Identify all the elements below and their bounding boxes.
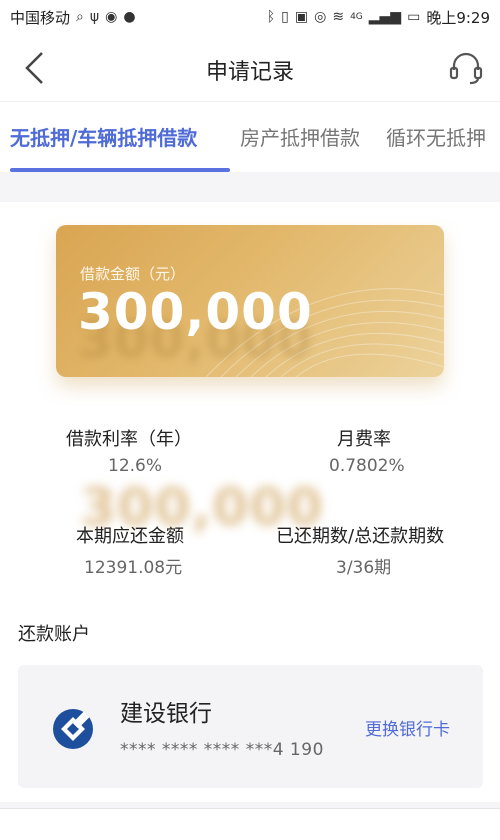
message-icon: ● [123,9,136,25]
amount-value: 300,000 [78,283,313,341]
notification-icon: ◉ [105,9,118,25]
hd-icon: ▣ [294,9,309,25]
wifi-icon: ≋ [332,9,345,25]
carrier-label: 中国移动 [10,8,71,27]
tab-revolving-unsecured[interactable]: 循环无抵押 [386,122,486,151]
vibrate-icon: ▯ [281,9,289,25]
ccb-logo-icon [53,709,93,749]
monthly-fee-value: 0.7802% [329,456,405,476]
bluetooth-icon: ᛒ [266,9,276,25]
monthly-fee-label: 月费率 [337,429,391,450]
current-due-value: 12391.08元 [84,558,183,578]
bank-card-number: **** **** **** ***4 190 [120,740,324,760]
battery-icon: ▭ [407,9,421,25]
clock-label: 晚上9:29 [426,8,490,27]
usb-icon: ψ [89,9,100,25]
network-type-label: 4G [350,12,363,22]
customer-service-button[interactable] [446,48,486,88]
interest-rate-value: 12.6% [108,456,163,476]
bottom-bar [0,808,500,840]
search-icon: ⌕ [76,9,84,25]
status-bar: 中国移动 ⌕ ψ ◉ ● ᛒ ▯ ▣ ◎ ≋ 4G ▂▄▆ ▭ 晚上9:29 [0,0,500,34]
bank-name: 建设银行 [120,701,212,727]
loan-type-tabs: 无抵押/车辆抵押借款 房产抵押借款 循环无抵押 [0,102,500,172]
current-due-label: 本期应还金额 [76,526,184,547]
page-title: 申请记录 [205,60,294,85]
headset-icon [449,52,483,85]
active-tab-indicator [10,168,230,172]
eye-icon: ◎ [314,9,327,25]
tab-unsecured-vehicle[interactable]: 无抵押/车辆抵押借款 [10,122,197,151]
nav-bar: 申请记录 [0,34,500,102]
amount-label: 借款金额（元） [80,265,186,283]
repaid-periods-value: 3/36期 [336,558,392,578]
repaid-periods-label: 已还期数/总还款期数 [276,526,445,547]
tab-property-mortgage[interactable]: 房产抵押借款 [240,122,360,151]
loan-amount-card: 300,000 借款金额（元） 300,000 [56,225,444,377]
change-bank-card-link[interactable]: 更换银行卡 [365,715,450,740]
signal-icon: ▂▄▆ [368,9,402,25]
interest-rate-label: 借款利率（年） [66,429,192,450]
repay-account-title: 还款账户 [18,624,90,645]
